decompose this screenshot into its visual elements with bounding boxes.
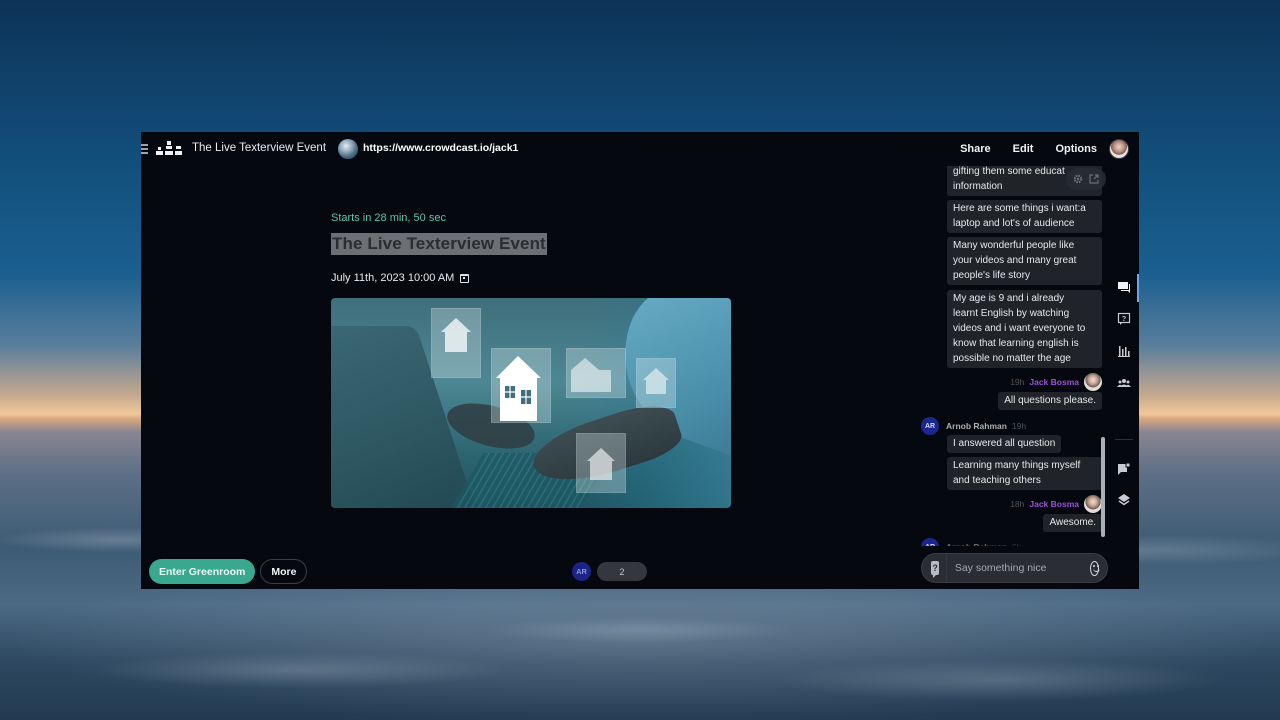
chat-composer: ? [921,553,1108,583]
chat-panel: gifting them some educat information Her… [916,166,1109,546]
message-author[interactable]: Arnob Rahman [946,542,1007,546]
message-line: your videos and many great [953,255,1077,266]
user-avatar[interactable] [1109,139,1129,159]
event-datetime-text: July 11th, 2023 10:00 AM [331,272,455,284]
crowdcast-logo-icon[interactable] [156,141,182,157]
message-author[interactable]: Arnob Rahman [946,421,1007,431]
polls-icon[interactable] [1117,344,1131,358]
chat-message: Awesome. [1043,514,1102,532]
message-text: I answered all question [953,438,1056,449]
chat-icon[interactable] [1117,280,1131,294]
chat-message: Learning many things myself and teaching… [947,457,1102,490]
chat-input[interactable] [954,562,1090,574]
chat-message: All questions please. [998,392,1102,410]
message-line: My age is 9 and i already [953,293,1065,304]
house-icon [571,358,611,392]
rail-divider [1115,439,1133,440]
event-details: Starts in 28 min, 50 sec The Live Texter… [331,212,731,284]
top-actions: Share Edit Options [960,132,1139,166]
message-time: 19h [1010,377,1025,387]
message-line: videos and i want everyone to [953,323,1086,334]
question-icon[interactable]: ? [931,561,940,578]
message-line: Here are some things i want:a [953,203,1086,214]
enter-greenroom-button[interactable]: Enter Greenroom [149,559,256,584]
attendee-count[interactable]: 2 [597,562,647,581]
message-line: Learning many things myself [953,460,1081,471]
gear-icon[interactable] [1073,174,1083,184]
globe-icon [338,139,358,159]
svg-text:?: ? [1122,316,1126,323]
chat-message: Here are some things i want:a laptop and… [947,200,1102,233]
message-header: 19h Jack Bosma [1010,373,1102,391]
people-icon[interactable] [1117,376,1131,390]
message-time: 6h [1012,542,1021,546]
add-to-calendar-icon[interactable] [460,273,470,283]
author-avatar [1084,373,1102,391]
message-author[interactable]: Jack Bosma [1029,377,1079,387]
share-button[interactable]: Share [960,143,991,155]
author-avatar: AR [921,538,939,546]
bottom-left-actions: Enter Greenroom More [149,559,308,584]
message-line: learnt English by watching [953,308,1070,319]
chat-scrollbar[interactable] [1101,437,1105,537]
event-url-link[interactable]: https://www.crowdcast.io/jack1 [363,142,518,154]
options-button[interactable]: Options [1055,143,1097,155]
message-time: 19h [1011,421,1027,431]
hamburger-icon[interactable] [141,144,148,154]
rail-active-indicator [1137,274,1139,302]
chat-tools [1066,168,1106,190]
message-text: All questions please. [1004,395,1096,406]
message-header: Arnob Rahman 6h [946,542,1026,546]
message-text: Awesome. [1049,517,1096,528]
attendee-avatar: AR [572,562,591,581]
house-icon [441,318,471,352]
chat-message: I answered all question [947,435,1062,453]
message-header: 18h Jack Bosma [1010,495,1102,513]
message-line: people's life story [953,270,1030,281]
author-avatar [1084,495,1102,513]
chat-message: My age is 9 and i already learnt English… [947,290,1102,368]
message-line: and teaching others [953,475,1041,486]
top-bar: The Live Texterview Event https://www.cr… [141,132,1139,166]
message-line: know that learning english is [953,338,1079,349]
house-icon [587,448,615,480]
attendees-indicator[interactable]: AR 2 [572,562,647,581]
chat-message: Many wonderful people like your videos a… [947,237,1102,285]
edit-button[interactable]: Edit [1013,143,1034,155]
message-line: possible no matter the age [953,353,1071,364]
message-time: 18h [1010,499,1025,509]
event-title-link[interactable]: The Live Texterview Event [192,142,326,154]
message-author[interactable]: Jack Bosma [1029,499,1079,509]
composer-divider [946,554,947,582]
event-cover-image [331,298,731,508]
event-datetime: July 11th, 2023 10:00 AM [331,272,731,284]
questions-icon[interactable]: ? [1117,312,1131,326]
requests-icon[interactable] [1117,462,1131,476]
popout-icon[interactable] [1089,174,1099,184]
message-line: laptop and lot's of audience [953,218,1075,229]
more-button[interactable]: More [260,559,308,584]
side-rail: ? [1109,166,1139,589]
author-avatar: AR [921,417,939,435]
message-line: Many wonderful people like [953,240,1075,251]
crowdcast-window: The Live Texterview Event https://www.cr… [141,132,1139,589]
message-header: Arnob Rahman 19h [946,421,1031,431]
countdown-text: Starts in 28 min, 50 sec [331,212,446,224]
event-title-heading: The Live Texterview Event [331,233,547,255]
emoji-icon[interactable] [1089,560,1101,576]
layers-icon[interactable] [1117,493,1131,507]
house-icon [643,368,669,394]
house-icon [496,356,541,421]
